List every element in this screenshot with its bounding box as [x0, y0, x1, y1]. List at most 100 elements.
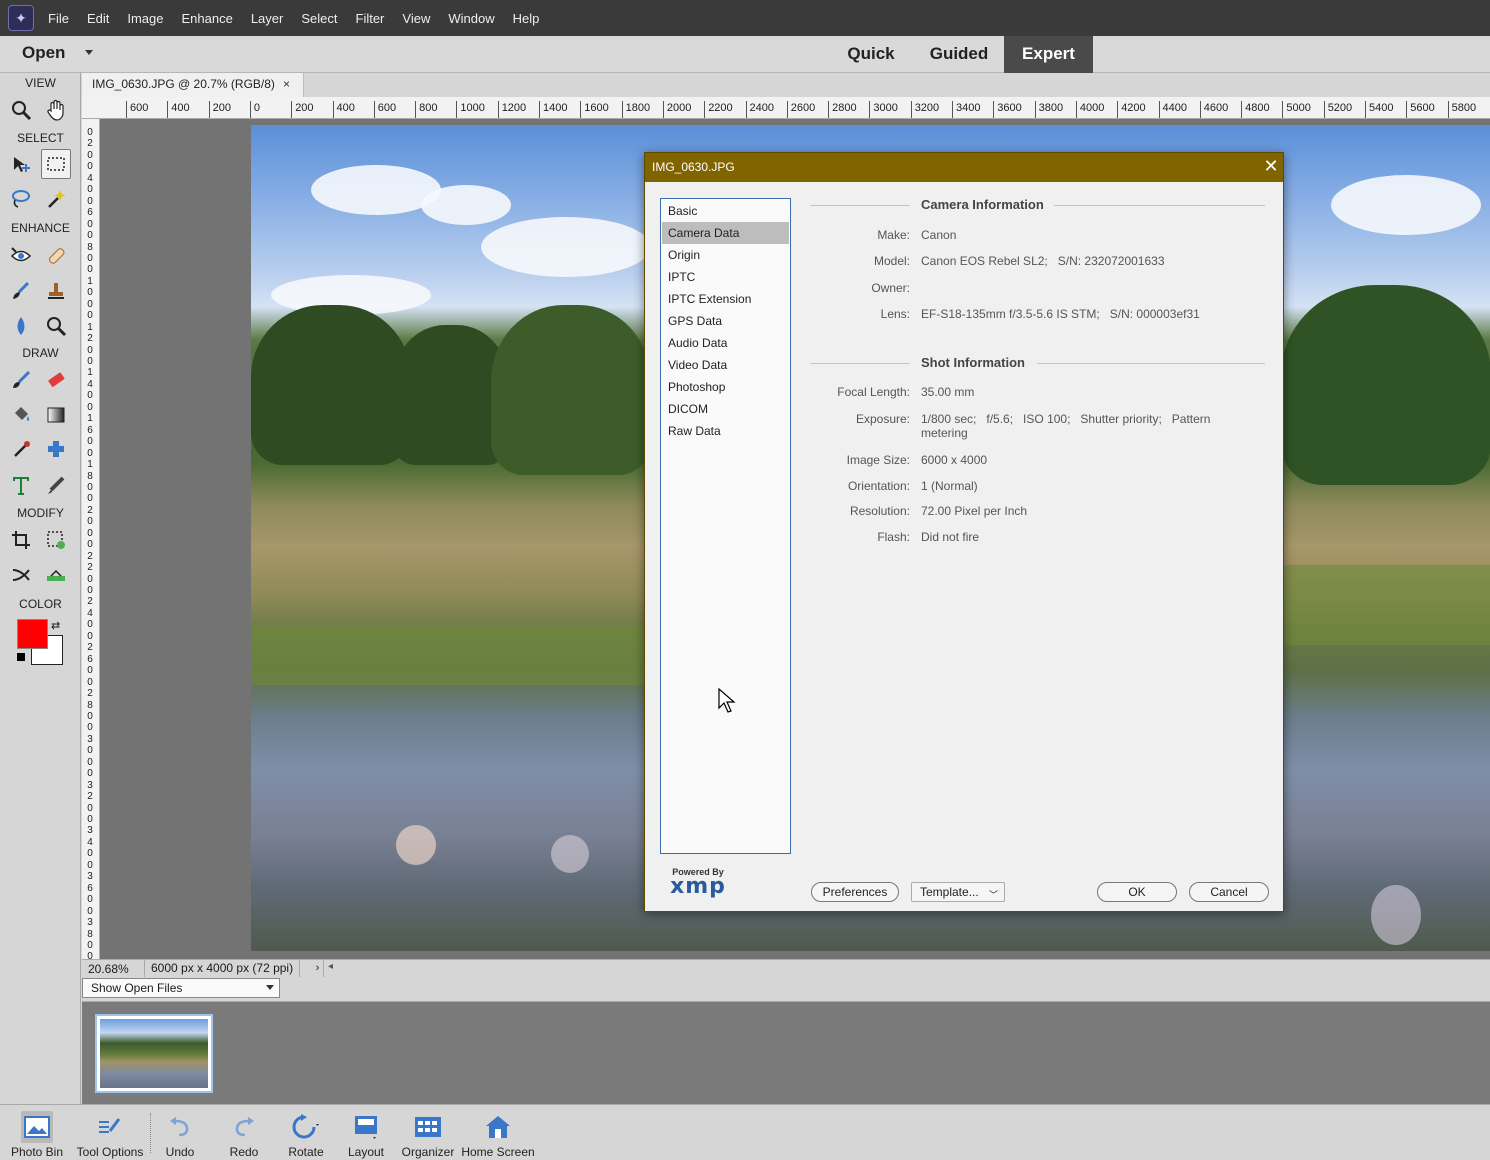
ruler-tick [1447, 101, 1449, 118]
show-open-files-dropdown[interactable]: Show Open Files [82, 978, 280, 998]
menu-file[interactable]: File [48, 11, 69, 26]
swap-colors-icon[interactable]: ⇄ [51, 619, 60, 632]
ruler-tick [745, 101, 747, 118]
clone-stamp-tool-icon[interactable] [41, 276, 71, 306]
category-audio-data[interactable]: Audio Data [662, 332, 789, 354]
ruler-v-label: 0 [87, 218, 93, 230]
sponge-tool-icon[interactable] [41, 311, 71, 341]
open-button[interactable]: Open [22, 43, 65, 63]
menu-edit[interactable]: Edit [87, 11, 109, 26]
mode-bar: Open Quick Guided Expert [0, 36, 1490, 73]
category-gps-data[interactable]: GPS Data [662, 310, 789, 332]
preferences-button[interactable]: Preferences [811, 882, 899, 902]
rotate-label: Rotate [288, 1145, 324, 1159]
menu-image[interactable]: Image [127, 11, 163, 26]
ruler-tick [1282, 101, 1284, 118]
menu-enhance[interactable]: Enhance [182, 11, 233, 26]
organizer-label: Organizer [401, 1145, 455, 1159]
template-label: Template... [920, 885, 979, 899]
move-tool-icon[interactable] [6, 150, 36, 180]
template-dropdown[interactable]: Template... ﹀ [911, 882, 1005, 902]
ruler-h-label: 200 [295, 102, 314, 114]
ruler-v-label: 0 [87, 230, 93, 242]
metadata-category-list[interactable]: Basic Camera Data Origin IPTC IPTC Exten… [660, 198, 791, 854]
recompose-tool-icon[interactable] [41, 525, 71, 555]
menu-help[interactable]: Help [513, 11, 540, 26]
ok-button[interactable]: OK [1097, 882, 1177, 902]
rotate-icon [290, 1111, 322, 1143]
category-iptc-extension[interactable]: IPTC Extension [662, 288, 789, 310]
magic-wand-tool-icon[interactable] [41, 184, 71, 214]
content-aware-move-tool-icon[interactable] [6, 560, 36, 590]
close-icon[interactable]: ✕ [1261, 157, 1281, 177]
category-origin[interactable]: Origin [662, 244, 789, 266]
blur-tool-icon[interactable] [6, 311, 36, 341]
status-menu-arrow-icon[interactable]: › [312, 960, 324, 977]
smart-brush-tool-icon[interactable] [6, 276, 36, 306]
image-size-label: Image Size: [846, 453, 910, 467]
type-tool-icon[interactable] [6, 470, 36, 500]
marquee-tool-icon[interactable] [41, 149, 71, 179]
category-photoshop[interactable]: Photoshop [662, 376, 789, 398]
hand-tool-icon[interactable] [41, 95, 71, 125]
lasso-tool-icon[interactable] [6, 184, 36, 214]
category-dicom[interactable]: DICOM [662, 398, 789, 420]
photo-thumbnail[interactable] [95, 1014, 213, 1093]
paint-bucket-tool-icon[interactable] [6, 400, 36, 430]
home-screen-button[interactable]: Home Screen [460, 1105, 536, 1160]
tab-quick[interactable]: Quick [838, 36, 904, 73]
menu-layer[interactable]: Layer [251, 11, 284, 26]
pencil-tool-icon[interactable] [41, 470, 71, 500]
layout-button[interactable]: Layout [344, 1105, 388, 1160]
tab-expert[interactable]: Expert [1004, 36, 1093, 73]
rotate-button[interactable]: Rotate [282, 1105, 330, 1160]
app-logo-icon[interactable]: ✦ [8, 5, 34, 31]
custom-shape-tool-icon[interactable] [41, 435, 71, 465]
gradient-tool-icon[interactable] [41, 400, 71, 430]
photo-bin-button[interactable]: Photo Bin [8, 1105, 66, 1160]
ruler-v-label: 0 [87, 756, 93, 768]
straighten-tool-icon[interactable] [41, 560, 71, 590]
organizer-button[interactable]: Organizer [400, 1105, 456, 1160]
dialog-title-bar[interactable]: IMG_0630.JPG ✕ [645, 153, 1283, 182]
default-colors-icon[interactable] [17, 653, 25, 661]
section-color: COLOR [19, 597, 62, 611]
ruler-h-label: 2600 [790, 102, 816, 114]
document-tab[interactable]: IMG_0630.JPG @ 20.7% (RGB/8) × [82, 73, 304, 97]
tool-options-button[interactable]: Tool Options [72, 1105, 148, 1160]
ruler-tick [1241, 101, 1243, 118]
spot-healing-tool-icon[interactable] [41, 241, 71, 271]
category-basic[interactable]: Basic [662, 200, 789, 222]
cancel-button[interactable]: Cancel [1189, 882, 1269, 902]
zoom-level[interactable]: 20.68% [88, 962, 129, 976]
red-eye-tool-icon[interactable] [6, 241, 36, 271]
menu-select[interactable]: Select [301, 11, 337, 26]
eraser-tool-icon[interactable] [41, 365, 71, 395]
open-dropdown-arrow-icon[interactable] [85, 50, 93, 55]
shot-information-header: Shot Information [810, 355, 1265, 371]
brush-tool-icon[interactable] [6, 365, 36, 395]
menu-view[interactable]: View [402, 11, 430, 26]
zoom-tool-icon[interactable] [6, 95, 36, 125]
tool-options-icon [94, 1111, 126, 1143]
eyedropper-tool-icon[interactable] [6, 435, 36, 465]
ruler-v-label: 0 [87, 184, 93, 196]
redo-button[interactable]: Redo [222, 1105, 266, 1160]
ruler-v-label: 0 [87, 390, 93, 402]
tab-guided[interactable]: Guided [918, 36, 1000, 73]
category-video-data[interactable]: Video Data [662, 354, 789, 376]
document-tab-title: IMG_0630.JPG @ 20.7% (RGB/8) [92, 77, 275, 91]
xmp-logo-text: xmp [670, 874, 726, 899]
scroll-left-icon[interactable]: ◂ [328, 961, 333, 972]
category-raw-data[interactable]: Raw Data [662, 420, 789, 442]
category-iptc[interactable]: IPTC [662, 266, 789, 288]
foreground-color-swatch[interactable] [17, 619, 48, 649]
category-camera-data[interactable]: Camera Data [662, 222, 789, 244]
close-document-icon[interactable]: × [283, 77, 290, 91]
ruler-h-label: 1400 [543, 102, 568, 114]
crop-tool-icon[interactable] [6, 525, 36, 555]
menu-window[interactable]: Window [448, 11, 494, 26]
ruler-v-label: 3 [87, 917, 93, 929]
undo-button[interactable]: Undo [158, 1105, 202, 1160]
menu-filter[interactable]: Filter [356, 11, 385, 26]
